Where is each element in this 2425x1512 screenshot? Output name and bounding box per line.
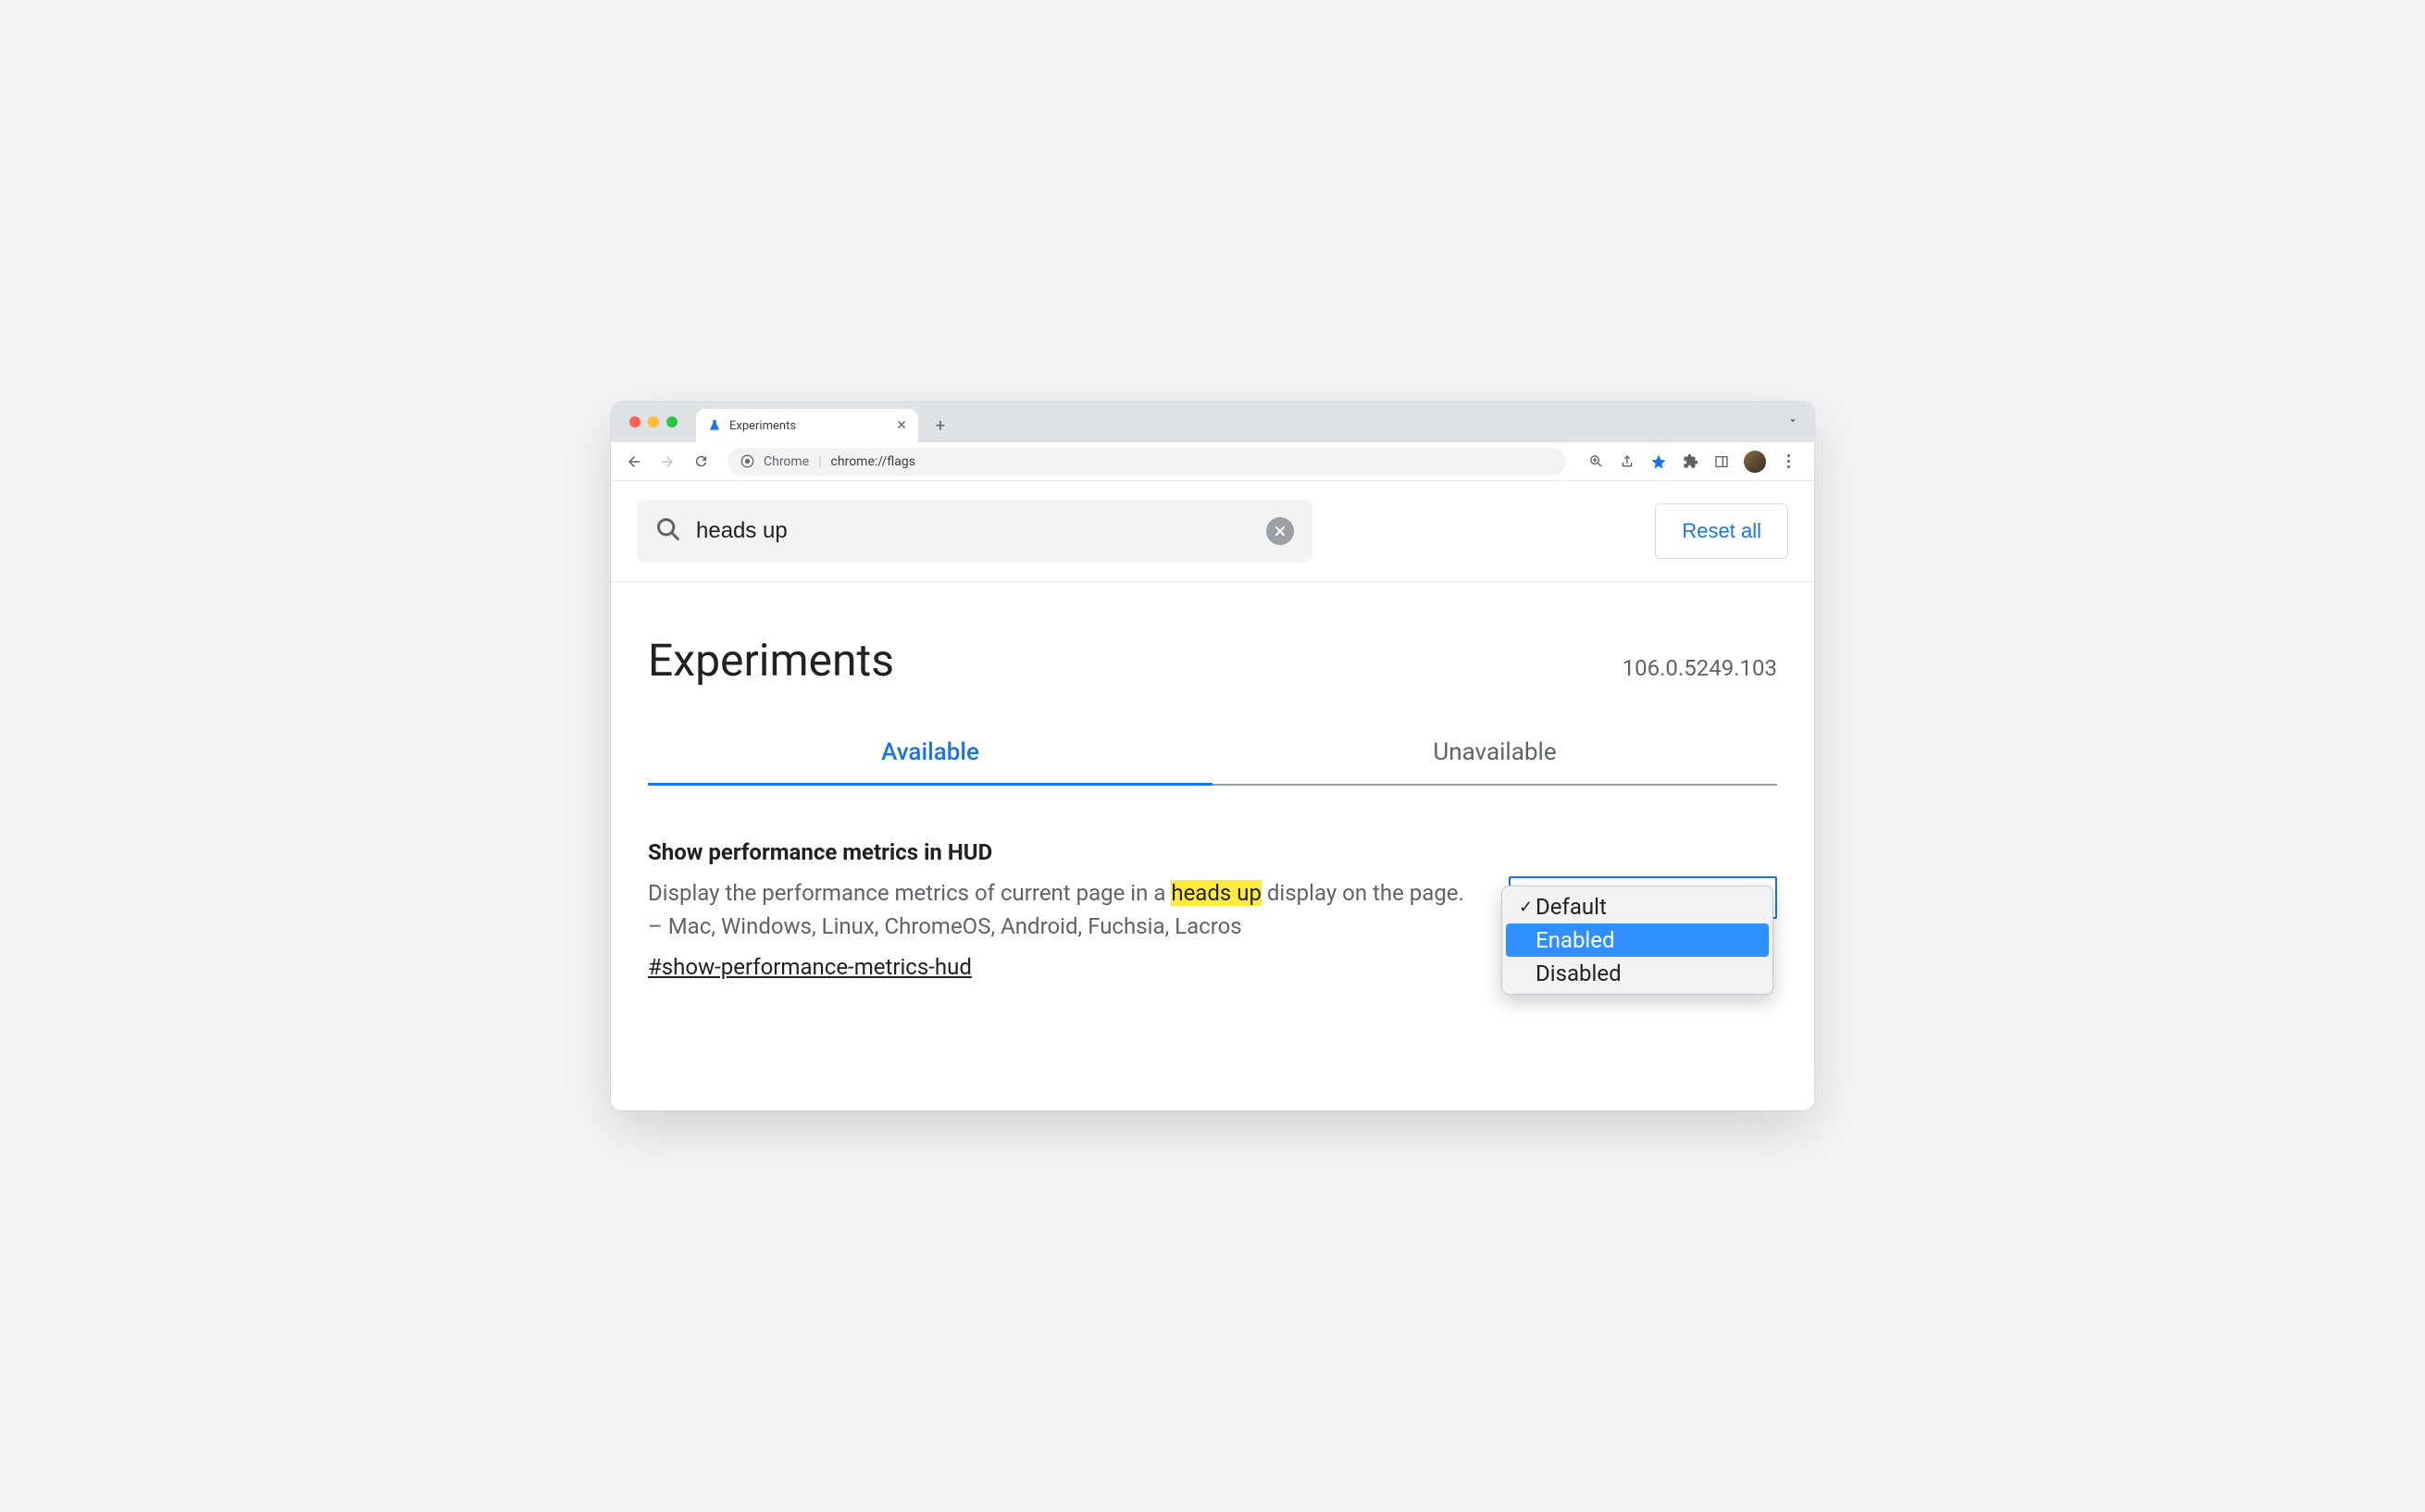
extensions-icon[interactable] [1681, 452, 1699, 471]
search-highlight: heads up [1171, 880, 1262, 906]
share-icon[interactable] [1618, 452, 1636, 471]
tab-title: Experiments [729, 419, 889, 433]
bookmark-star-icon[interactable] [1649, 452, 1668, 471]
sidepanel-icon[interactable] [1712, 452, 1731, 471]
flag-item: Show performance metrics in HUD Display … [611, 786, 1814, 1017]
page-title: Experiments [648, 634, 894, 687]
tabs-row: Available Unavailable [648, 738, 1777, 786]
back-button[interactable] [620, 448, 648, 476]
flag-text: Show performance metrics in HUD Display … [648, 839, 1472, 980]
flag-description: Display the performance metrics of curre… [648, 876, 1472, 943]
option-label: Enabled [1536, 927, 1615, 953]
zoom-icon[interactable] [1586, 452, 1605, 471]
flag-select[interactable]: Default Enabled Disabled [1509, 876, 1777, 980]
search-input[interactable] [696, 518, 1251, 544]
flag-title: Show performance metrics in HUD [648, 839, 1472, 865]
tab-available[interactable]: Available [648, 738, 1212, 786]
search-icon [655, 516, 681, 546]
browser-tab[interactable]: Experiments ✕ [696, 409, 918, 442]
tab-unavailable[interactable]: Unavailable [1212, 738, 1777, 786]
header-row: Experiments 106.0.5249.103 [611, 582, 1814, 687]
dropdown-option-enabled[interactable]: Enabled [1506, 923, 1769, 957]
window-minimize-button[interactable] [648, 416, 659, 428]
flask-icon [707, 418, 722, 433]
reload-button[interactable] [687, 448, 715, 476]
toolbar: Chrome | chrome://flags [611, 442, 1814, 481]
dropdown-option-disabled[interactable]: Disabled [1506, 957, 1769, 990]
clear-search-button[interactable] [1266, 517, 1294, 545]
window-maximize-button[interactable] [666, 416, 678, 428]
menu-button[interactable] [1779, 452, 1797, 471]
address-bar[interactable]: Chrome | chrome://flags [728, 448, 1566, 476]
forward-button[interactable] [653, 448, 681, 476]
toolbar-actions [1579, 451, 1805, 473]
reset-all-button[interactable]: Reset all [1655, 503, 1788, 559]
flag-desc-before: Display the performance metrics of curre… [648, 880, 1171, 906]
dropdown-popup: Default Enabled Disabled [1501, 886, 1773, 995]
omnibox-separator: | [818, 454, 821, 469]
new-tab-button[interactable]: + [927, 413, 953, 439]
flag-hash-link[interactable]: #show-performance-metrics-hud [648, 954, 972, 980]
omnibox-url: chrome://flags [831, 454, 915, 469]
page-content: Reset all Experiments 106.0.5249.103 Ava… [611, 481, 1814, 1110]
dropdown-option-default[interactable]: Default [1506, 890, 1769, 923]
tab-list-button[interactable] [1786, 414, 1799, 431]
window-controls [620, 402, 687, 442]
window-close-button[interactable] [629, 416, 640, 428]
omnibox-prefix: Chrome [764, 454, 809, 469]
version-label: 106.0.5249.103 [1623, 655, 1777, 681]
chrome-icon [740, 454, 754, 468]
check-icon [1519, 898, 1536, 917]
option-label: Default [1536, 894, 1607, 920]
tab-strip: Experiments ✕ + [611, 402, 1814, 442]
browser-window: Experiments ✕ + Chrome | chrome://flags [611, 402, 1814, 1110]
profile-avatar[interactable] [1744, 451, 1766, 473]
option-label: Disabled [1536, 960, 1622, 986]
tab-close-button[interactable]: ✕ [896, 419, 907, 432]
search-box [637, 500, 1312, 563]
search-bar-row: Reset all [611, 481, 1814, 582]
